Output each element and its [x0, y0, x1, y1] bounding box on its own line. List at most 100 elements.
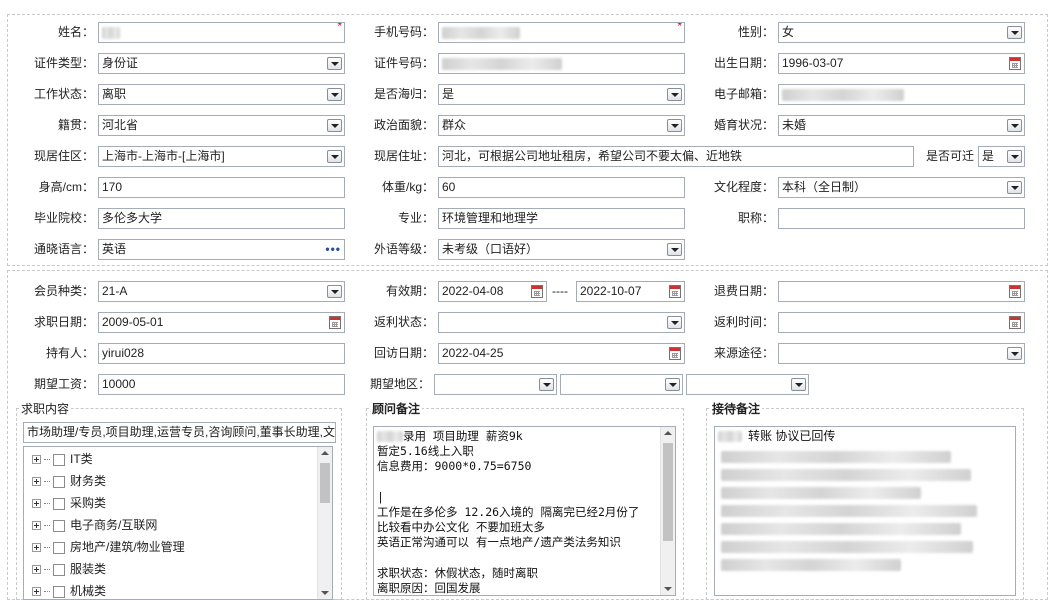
foreign-language-level-select[interactable]: 未考级（口语好）	[438, 239, 685, 260]
calendar-icon[interactable]	[1009, 285, 1021, 298]
calendar-icon[interactable]	[669, 285, 681, 298]
calendar-icon[interactable]	[1009, 316, 1021, 329]
native-place-select[interactable]: 河北省	[98, 115, 345, 136]
dropdown-arrow-icon[interactable]	[1007, 150, 1022, 163]
tree-item-finance[interactable]: 财务类	[32, 471, 106, 491]
tree-item-real-estate[interactable]: 房地产/建筑/物业管理	[32, 537, 185, 557]
dropdown-arrow-icon[interactable]	[327, 88, 342, 101]
tree-expand-icon[interactable]	[32, 587, 41, 597]
checkbox-icon[interactable]	[53, 541, 65, 554]
job-category-tree[interactable]: IT类 财务类 采购类 电子商务/互联网 房地产/建筑/物业管理 服装类 机械类	[23, 446, 333, 600]
checkbox-icon[interactable]	[53, 519, 65, 532]
tree-expand-icon[interactable]	[32, 499, 41, 509]
scroll-up-icon[interactable]	[321, 451, 329, 455]
professional-title-field[interactable]	[778, 208, 1025, 229]
tree-expand-icon[interactable]	[32, 543, 41, 553]
advisor-notes-textarea[interactable]: 录用 项目助理 薪资9k 暂定5.16线上入职 信息费用：9000*0.75=6…	[373, 426, 676, 596]
email-field[interactable]	[778, 84, 1025, 105]
checkbox-icon[interactable]	[53, 453, 65, 466]
gender-select[interactable]: 女	[778, 22, 1025, 43]
movable-select[interactable]: 是	[978, 146, 1025, 167]
dropdown-arrow-icon[interactable]	[1007, 26, 1022, 39]
scroll-thumb[interactable]	[320, 463, 330, 503]
returnee-select[interactable]: 是	[438, 84, 685, 105]
id-type-select[interactable]: 身份证	[98, 53, 345, 74]
holder-field[interactable]: yirui028	[98, 343, 345, 364]
tree-expand-icon[interactable]	[32, 521, 41, 531]
expected-region-district-select[interactable]	[686, 374, 809, 395]
dropdown-arrow-icon[interactable]	[667, 119, 682, 132]
tree-item-purchasing[interactable]: 采购类	[32, 493, 106, 513]
tree-item-it[interactable]: IT类	[32, 449, 93, 469]
address-field[interactable]: 河北，可根据公司地址租房，希望公司不要太偏、近地铁	[438, 146, 914, 167]
member-type-select[interactable]: 21-A	[98, 281, 345, 302]
calendar-icon[interactable]	[669, 347, 681, 360]
tree-item-ecommerce[interactable]: 电子商务/互联网	[32, 515, 157, 535]
dropdown-arrow-icon[interactable]	[327, 150, 342, 163]
dropdown-arrow-icon[interactable]	[327, 119, 342, 132]
gender-label: 性别：	[737, 25, 774, 39]
tree-expand-icon[interactable]	[32, 565, 41, 575]
checkbox-icon[interactable]	[53, 585, 65, 598]
dropdown-arrow-icon[interactable]	[327, 57, 342, 70]
language-field[interactable]: 英语 •••	[98, 239, 345, 260]
holder-label: 持有人：	[45, 346, 94, 360]
calendar-icon[interactable]	[1009, 57, 1021, 70]
tree-expand-icon[interactable]	[32, 455, 41, 465]
name-field[interactable]: *	[98, 22, 345, 43]
scroll-down-icon[interactable]	[321, 591, 329, 595]
major-field[interactable]: 环境管理和地理学	[438, 208, 685, 229]
reception-notes-textarea[interactable]: 转账 协议已回传	[714, 426, 1016, 596]
valid-from-field[interactable]: 2022-04-08	[438, 281, 547, 302]
school-field[interactable]: 多伦多大学	[98, 208, 345, 229]
source-select[interactable]	[778, 343, 1025, 364]
job-date-field[interactable]: 2009-05-01	[98, 312, 345, 333]
weight-field[interactable]: 60	[438, 177, 685, 198]
checkbox-icon[interactable]	[53, 497, 65, 510]
dropdown-arrow-icon[interactable]	[539, 378, 554, 391]
expected-region-city-select[interactable]	[560, 374, 683, 395]
height-field[interactable]: 170	[98, 177, 345, 198]
dropdown-arrow-icon[interactable]	[1007, 347, 1022, 360]
more-dots-icon[interactable]: •••	[325, 240, 341, 259]
marital-status-select[interactable]: 未婚	[778, 115, 1025, 136]
mobile-field[interactable]: *	[438, 22, 685, 43]
expected-salary-field[interactable]: 10000	[98, 374, 345, 395]
rebate-status-select[interactable]	[438, 312, 685, 333]
job-content-summary-field[interactable]: 市场助理/专员,项目助理,运营专员,咨询顾问,董事长助理,文	[23, 422, 336, 443]
rebate-time-field[interactable]	[778, 312, 1025, 333]
rebate-time-label: 返利时间：	[713, 315, 774, 329]
calendar-icon[interactable]	[329, 316, 341, 329]
calendar-icon[interactable]	[531, 285, 543, 298]
checkbox-icon[interactable]	[53, 475, 65, 488]
dropdown-arrow-icon[interactable]	[1007, 119, 1022, 132]
scroll-up-icon[interactable]	[664, 431, 672, 435]
checkbox-icon[interactable]	[53, 563, 65, 576]
refund-date-field[interactable]	[778, 281, 1025, 302]
scroll-thumb[interactable]	[663, 443, 673, 541]
dropdown-arrow-icon[interactable]	[665, 378, 680, 391]
dropdown-arrow-icon[interactable]	[667, 243, 682, 256]
tree-item-apparel[interactable]: 服装类	[32, 559, 106, 579]
tree-expand-icon[interactable]	[32, 477, 41, 487]
dropdown-arrow-icon[interactable]	[1007, 181, 1022, 194]
scroll-down-icon[interactable]	[664, 587, 672, 591]
political-status-select[interactable]: 群众	[438, 115, 685, 136]
tree-scrollbar[interactable]	[317, 447, 332, 599]
tree-item-machinery[interactable]: 机械类	[32, 581, 106, 599]
dropdown-arrow-icon[interactable]	[791, 378, 806, 391]
visit-date-field[interactable]: 2022-04-25	[438, 343, 685, 364]
dropdown-arrow-icon[interactable]	[667, 88, 682, 101]
birth-date-field[interactable]: 1996-03-07	[778, 53, 1025, 74]
mobile-label: 手机号码：	[373, 25, 434, 39]
expected-region-province-select[interactable]	[434, 374, 557, 395]
id-number-field[interactable]	[438, 53, 685, 74]
valid-to-field[interactable]: 2022-10-07	[576, 281, 685, 302]
dropdown-arrow-icon[interactable]	[667, 316, 682, 329]
id-number-label: 证件号码：	[373, 56, 434, 70]
education-select[interactable]: 本科（全日制）	[778, 177, 1025, 198]
advisor-notes-scrollbar[interactable]	[660, 427, 675, 595]
dropdown-arrow-icon[interactable]	[327, 285, 342, 298]
residence-area-select[interactable]: 上海市-上海市-[上海市]	[98, 146, 345, 167]
work-status-select[interactable]: 离职	[98, 84, 345, 105]
